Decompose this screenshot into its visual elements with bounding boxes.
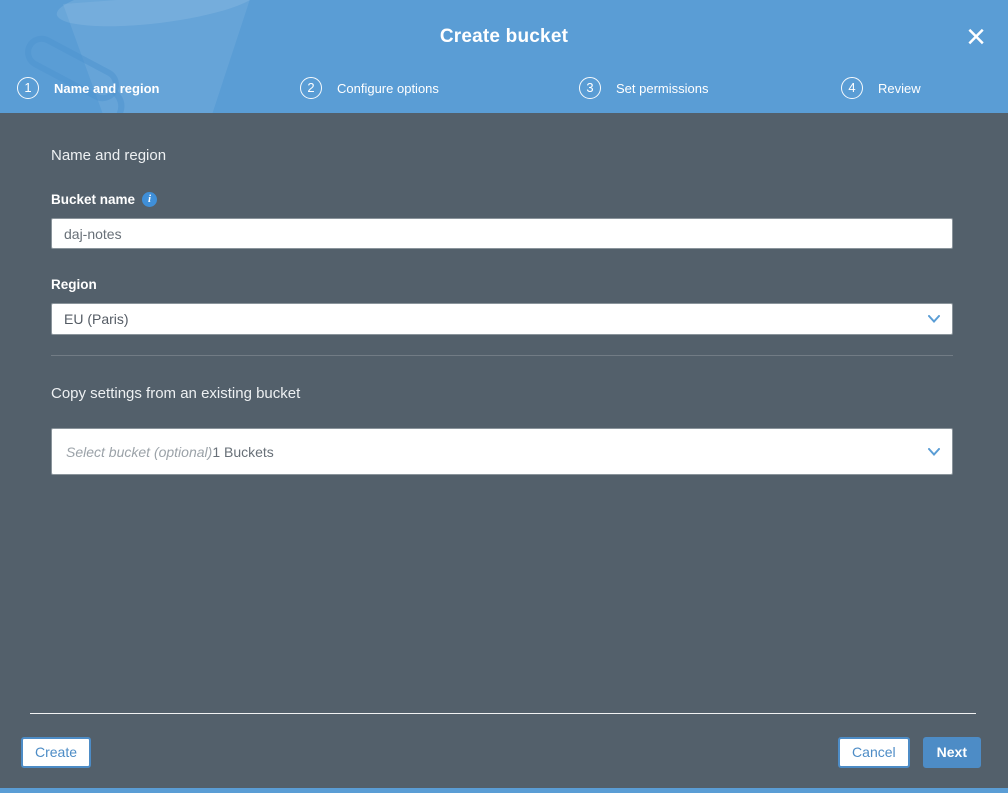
- page-title: Create bucket: [439, 26, 569, 47]
- step-configure-options[interactable]: 2 Configure options: [300, 77, 439, 99]
- bucket-name-input[interactable]: [51, 218, 953, 249]
- step-label: Configure options: [337, 80, 439, 96]
- region-label: Region: [51, 277, 97, 292]
- bucket-count: 1 Buckets: [212, 443, 274, 460]
- bucket-select-placeholder: Select bucket (optional): [66, 443, 213, 460]
- step-number: 1: [17, 77, 39, 99]
- step-label: Review: [878, 80, 921, 96]
- close-icon[interactable]: ×: [958, 17, 994, 57]
- step-number: 3: [579, 77, 601, 99]
- chevron-down-icon: [928, 447, 940, 456]
- footer-actions: Cancel Next: [838, 737, 981, 768]
- create-button[interactable]: Create: [21, 737, 92, 768]
- next-button[interactable]: Next: [922, 737, 981, 768]
- footer-divider: [30, 713, 976, 714]
- step-label: Name and region: [54, 80, 160, 96]
- copy-settings-heading: Copy settings from an existing bucket: [51, 385, 301, 402]
- bucket-name-label: Bucket name: [51, 192, 136, 207]
- step-set-permissions[interactable]: 3 Set permissions: [579, 77, 708, 99]
- cancel-button[interactable]: Cancel: [838, 737, 910, 768]
- step-number: 4: [841, 77, 863, 99]
- chevron-down-icon: [928, 315, 940, 323]
- info-icon[interactable]: i: [142, 192, 158, 207]
- bucket-name-label-row: Bucket name i: [51, 192, 953, 207]
- region-select[interactable]: EU (Paris): [51, 303, 953, 335]
- step-name-and-region[interactable]: 1 Name and region: [17, 77, 159, 99]
- copy-settings-bucket-select[interactable]: Select bucket (optional) 1 Buckets: [51, 428, 953, 475]
- region-selected-value: EU (Paris): [64, 311, 129, 327]
- modal-header: Create bucket × 1 Name and region 2 Conf…: [0, 0, 1008, 113]
- step-review[interactable]: 4 Review: [841, 77, 921, 99]
- section-heading: Name and region: [51, 147, 167, 164]
- step-label: Set permissions: [616, 80, 709, 96]
- section-divider: [51, 355, 953, 356]
- modal-body: Name and region Bucket name i Region EU …: [0, 113, 1008, 475]
- page-background-strip: [0, 788, 1008, 793]
- wizard-steps: 1 Name and region 2 Configure options 3 …: [0, 77, 1008, 103]
- step-number: 2: [300, 77, 322, 99]
